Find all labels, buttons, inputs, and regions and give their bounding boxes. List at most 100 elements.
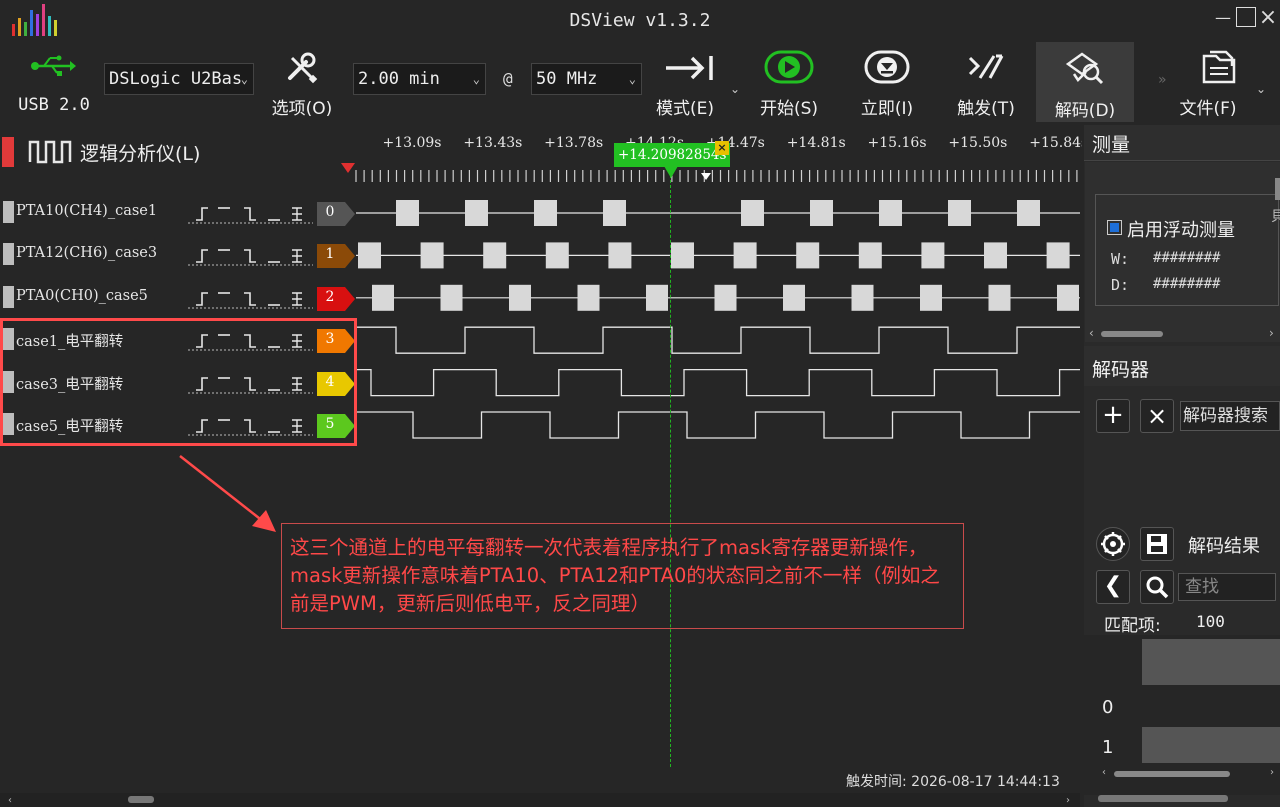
channel-row[interactable]: PTA10(CH4)_case1 0: [0, 198, 356, 228]
usb-label: USB 2.0: [18, 95, 90, 115]
remove-decoder-button[interactable]: ×: [1140, 399, 1174, 433]
signal-burst: [465, 200, 488, 226]
signal-burst: [483, 242, 507, 269]
trigger-edge-icons[interactable]: [188, 202, 313, 224]
channel-index-tag[interactable]: 2: [317, 286, 355, 311]
waveform-area[interactable]: [356, 186, 1080, 768]
measure-hscroll-thumb[interactable]: [1101, 331, 1163, 337]
mode-button[interactable]: 模式(E) ⌄: [652, 42, 742, 120]
w-label: W:: [1111, 250, 1130, 268]
duration-value: 2.00 min: [358, 69, 440, 89]
channel-row[interactable]: PTA12(CH6)_case3 1: [0, 240, 356, 270]
channel-color-strip[interactable]: [3, 285, 14, 308]
channel-color-strip[interactable]: [3, 243, 14, 266]
results-settings-button[interactable]: [1096, 527, 1130, 561]
signal-burst: [545, 242, 569, 269]
signal-burst: [920, 284, 942, 311]
cursor-line[interactable]: [670, 170, 671, 767]
at-sign: @: [503, 69, 513, 88]
decode-button[interactable]: 解码(D): [1036, 42, 1134, 122]
channel-name[interactable]: PTA12(CH6)_case3: [16, 245, 157, 261]
instant-capture-icon: [864, 50, 910, 84]
instant-button[interactable]: 立即(I): [846, 42, 928, 120]
signal-burst: [796, 242, 820, 269]
maximize-icon[interactable]: [1236, 7, 1256, 27]
channel-color-strip[interactable]: [3, 201, 14, 223]
add-decoder-button[interactable]: +: [1096, 399, 1130, 433]
device-color-strip: [2, 137, 14, 167]
channel-index: 0: [325, 204, 335, 220]
start-label: 开始(S): [759, 99, 819, 119]
file-button[interactable]: 文件(F) ⌄: [1176, 42, 1266, 120]
decoder-title: 解码器: [1092, 359, 1150, 381]
signal-burst: [608, 242, 632, 269]
results-row-index[interactable]: 1: [1102, 737, 1113, 758]
ruler-tick-label: +13.09s: [383, 135, 442, 151]
results-hscroll-thumb[interactable]: [1114, 771, 1230, 777]
minimize-icon[interactable]: —: [1213, 8, 1233, 28]
trigger-button[interactable]: 触发(T): [944, 42, 1028, 120]
scroll-left-icon[interactable]: ‹: [8, 795, 12, 806]
float-measure-label: 启用浮动测量: [1127, 220, 1235, 241]
results-back-button[interactable]: ❮: [1096, 570, 1130, 604]
ruler-tick-label: +13.78s: [544, 135, 603, 151]
results-find-placeholder: 查找: [1185, 577, 1219, 597]
trigger-time-status: 触发时间: 2026-08-17 14:44:13: [846, 774, 1060, 790]
signal-burst: [396, 200, 419, 226]
trigger-label: 触发(T): [957, 99, 1015, 119]
logic-analyzer-title: 逻辑分析仪(L): [80, 143, 201, 165]
channel-index-tag[interactable]: 1: [317, 244, 355, 269]
channel-name[interactable]: PTA10(CH4)_case1: [16, 203, 157, 219]
search-icon: [1146, 576, 1169, 599]
scrollbar-thumb[interactable]: [128, 796, 154, 803]
cursor-time-label[interactable]: +14.20982854s: [614, 143, 731, 167]
save-results-button[interactable]: [1140, 527, 1174, 561]
results-row-index[interactable]: 0: [1102, 697, 1113, 718]
ruler-tick-label: +15.50s: [948, 135, 1007, 151]
decoder-search-input[interactable]: 解码器搜索: [1180, 401, 1280, 431]
signal-burst: [577, 284, 600, 311]
annotation-arrow: [179, 455, 276, 532]
device-select[interactable]: DSLogic U2Bas ⌄: [104, 63, 254, 95]
signal-burst: [603, 200, 626, 226]
start-button[interactable]: 开始(S): [748, 42, 830, 120]
decode-label: 解码(D): [1054, 101, 1116, 121]
annotation-note: 这三个通道上的电平每翻转一次代表着程序执行了mask寄存器更新操作，mask更新…: [281, 523, 964, 629]
signal-burst: [671, 242, 694, 269]
signal-burst: [741, 200, 764, 226]
horizontal-scrollbar[interactable]: ‹ ›: [0, 793, 1080, 807]
panel-hscroll-thumb[interactable]: [1098, 795, 1228, 802]
signal-burst: [1057, 284, 1079, 311]
cursor-close-icon[interactable]: ×: [715, 141, 729, 155]
results-find-input[interactable]: 查找: [1178, 573, 1276, 601]
cursor-marker-icon: [664, 166, 678, 178]
mode-label: 模式(E): [655, 99, 714, 119]
signal-burst: [358, 242, 381, 269]
results-search-button[interactable]: [1140, 570, 1174, 604]
float-measure-checkbox[interactable]: [1107, 220, 1122, 235]
toolbar-overflow-icon[interactable]: »: [1158, 72, 1167, 88]
signal-burst: [810, 200, 833, 226]
duration-select[interactable]: 2.00 min ⌄: [353, 63, 486, 95]
close-icon: ×: [1146, 402, 1168, 430]
trigger-edge-icons[interactable]: [188, 244, 313, 266]
scroll-right-icon[interactable]: ›: [1270, 767, 1274, 778]
scroll-left-icon[interactable]: ‹: [1089, 326, 1094, 340]
channel-row[interactable]: PTA0(CH0)_case5 2: [0, 283, 356, 313]
channel-index-tag[interactable]: 0: [317, 202, 355, 226]
signal-burst: [420, 242, 444, 269]
measure-vscroll[interactable]: [1275, 178, 1280, 200]
scroll-left-icon[interactable]: ‹: [1102, 767, 1106, 778]
results-row-cell[interactable]: [1142, 727, 1280, 763]
options-label: 选项(O): [271, 99, 333, 119]
signal-burst: [440, 284, 463, 311]
signal-burst: [948, 200, 971, 226]
close-icon[interactable]: ×: [1258, 7, 1278, 29]
samplerate-select[interactable]: 50 MHz ⌄: [531, 63, 642, 95]
channel-name[interactable]: PTA0(CH0)_case5: [16, 288, 148, 304]
trigger-edge-icons[interactable]: [188, 287, 313, 309]
options-button[interactable]: 选项(O): [262, 42, 342, 120]
scroll-right-icon[interactable]: ›: [1066, 795, 1070, 806]
scroll-right-icon[interactable]: ›: [1269, 326, 1274, 340]
usb-icon: [31, 55, 76, 76]
